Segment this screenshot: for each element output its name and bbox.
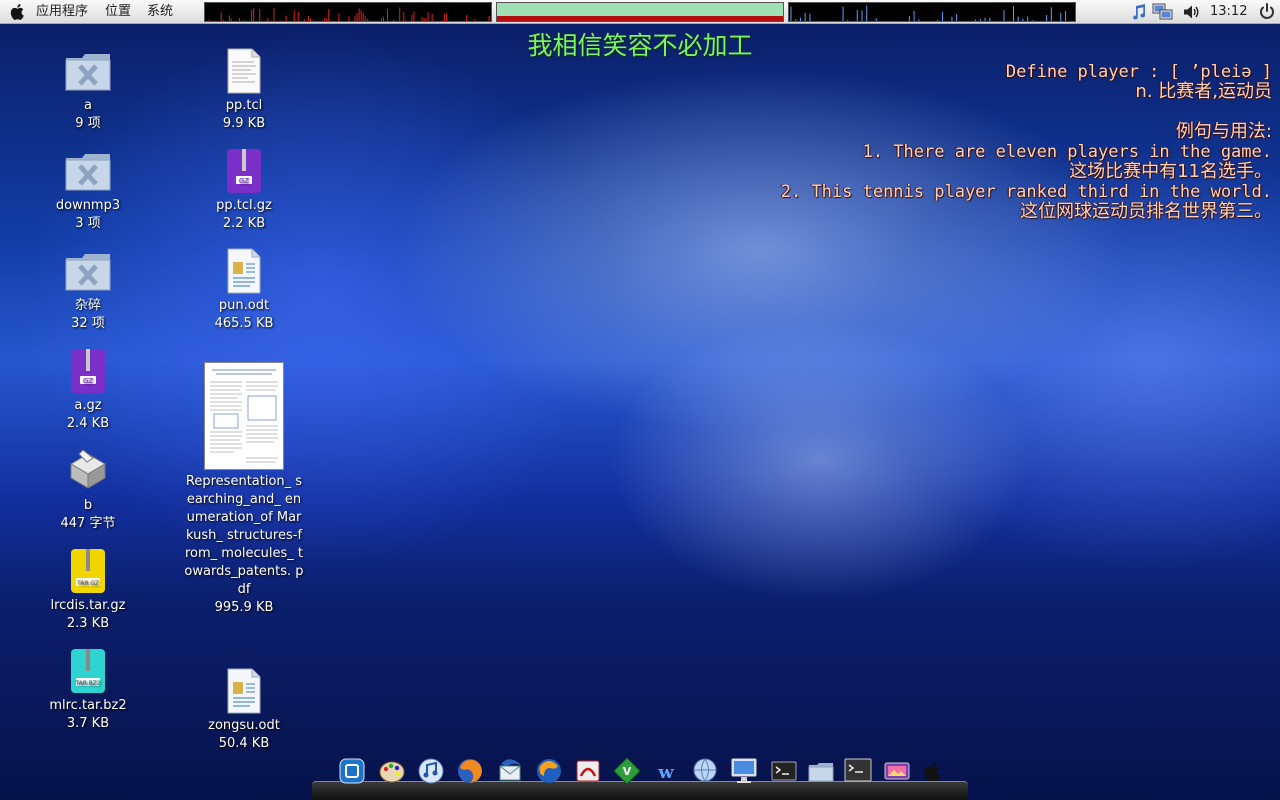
folder-icon[interactable] <box>806 756 836 786</box>
icon-detail: 32 项 <box>71 316 105 331</box>
cpu-load-monitor[interactable] <box>204 2 492 22</box>
desktop-icon-a-gz[interactable]: GZ a.gz 2.4 KB <box>28 348 148 433</box>
desktop-icon-folder-downmp3[interactable]: downmp3 3 项 <box>28 150 148 233</box>
icon-detail: 3 项 <box>75 216 101 231</box>
firefox-icon[interactable] <box>455 756 485 786</box>
icon-detail: 995.9 KB <box>214 600 274 615</box>
icon-name: Representation_ searching_and_ enumerati… <box>184 474 304 597</box>
icon-name: zongsu.odt <box>208 718 280 733</box>
svg-text:w: w <box>657 762 674 783</box>
desktop-icon-folder-zasui[interactable]: 杂碎 32 项 <box>28 250 148 333</box>
dict-meaning: n. 比赛者,运动员 <box>1135 81 1272 102</box>
memory-monitor[interactable] <box>496 2 784 22</box>
text-file-icon <box>227 48 261 94</box>
icon-detail: 50.4 KB <box>218 736 270 751</box>
network-load-graph <box>790 5 1067 21</box>
svg-text:GZ: GZ <box>83 377 93 385</box>
dict-example-1: 1. There are eleven players in the game. <box>862 142 1272 162</box>
icon-detail: 9 项 <box>75 116 101 131</box>
dict-spacer <box>781 102 1272 122</box>
apple-icon[interactable] <box>918 756 948 786</box>
icon-name: pp.tcl <box>225 98 263 113</box>
icon-name: pun.odt <box>218 298 270 313</box>
desktop-icon-zongsu-odt[interactable]: zongsu.odt 50.4 KB <box>184 668 304 753</box>
thunderbird-icon[interactable] <box>495 756 525 786</box>
memory-used-bar <box>497 16 783 21</box>
icon-name: a <box>84 98 92 113</box>
icon-name: b <box>83 498 93 513</box>
dict-example-1-translation: 这场比赛中有11名选手。 <box>1069 161 1272 182</box>
menu-system[interactable]: 系统 <box>143 3 177 21</box>
power-icon[interactable] <box>1257 2 1277 22</box>
tar-gz-archive-icon: TAR.GZ <box>71 549 105 593</box>
odt-document-icon <box>227 248 261 294</box>
cpu-load-graph <box>208 7 490 21</box>
icon-detail: 447 字节 <box>60 516 116 531</box>
terminal-window-icon[interactable] <box>843 756 873 786</box>
icon-detail: 465.5 KB <box>214 316 274 331</box>
icon-name: downmp3 <box>55 198 121 213</box>
svg-text:GZ: GZ <box>239 177 249 185</box>
menu-applications[interactable]: 应用程序 <box>32 3 92 21</box>
svg-text:V: V <box>623 765 632 778</box>
clock[interactable]: 13:12 <box>1210 3 1247 21</box>
pdf-reader-icon[interactable] <box>573 756 603 786</box>
browser-icon[interactable] <box>534 756 564 786</box>
desktop-icon-representation-pdf[interactable]: Representation_ searching_and_ enumerati… <box>184 362 304 617</box>
tar-bz2-archive-icon: TAR.BZ2 <box>71 649 105 693</box>
image-viewer-icon[interactable] <box>882 756 912 786</box>
desktop-icon-lrcdis-tar-gz[interactable]: TAR.GZ lrcdis.tar.gz 2.3 KB <box>28 548 148 633</box>
dict-usage-title: 例句与用法: <box>1175 121 1272 142</box>
icon-detail: 3.7 KB <box>66 716 110 731</box>
icon-detail: 2.4 KB <box>66 416 110 431</box>
icon-detail: 2.3 KB <box>66 616 110 631</box>
folder-icon <box>65 154 111 191</box>
svg-text:TAR.BZ2: TAR.BZ2 <box>74 680 100 687</box>
network-icon[interactable] <box>1152 3 1174 21</box>
icon-name: a.gz <box>74 398 102 413</box>
gz-archive-icon: GZ <box>71 349 105 393</box>
desktop-icon-mlrc-tar-bz2[interactable]: TAR.BZ2 mlrc.tar.bz2 3.7 KB <box>28 648 148 733</box>
music-player-icon[interactable] <box>416 756 446 786</box>
odt-document-icon <box>227 668 261 714</box>
menu-places[interactable]: 位置 <box>101 3 135 21</box>
icon-name: pp.tcl.gz <box>216 198 272 213</box>
desktop-icon-b[interactable]: b 447 字节 <box>28 448 148 533</box>
folder-icon <box>65 254 111 291</box>
svg-text:TAR.GZ: TAR.GZ <box>76 580 99 587</box>
paint-palette-icon[interactable] <box>377 756 407 786</box>
desktop-icon-folder-a[interactable]: a 9 项 <box>28 50 148 133</box>
desktop-icon-pun-odt[interactable]: pun.odt 465.5 KB <box>184 248 304 333</box>
globe-icon[interactable] <box>690 756 720 786</box>
vim-icon[interactable]: V <box>612 756 642 786</box>
icon-name: 杂碎 <box>74 298 101 313</box>
desktop-icon-pp-tcl[interactable]: pp.tcl 9.9 KB <box>184 48 304 133</box>
terminal-icon[interactable] <box>769 756 799 786</box>
desktop-icon-pp-tcl-gz[interactable]: GZ pp.tcl.gz 2.2 KB <box>184 148 304 233</box>
pdf-thumbnail-icon <box>204 362 284 470</box>
volume-icon[interactable] <box>1182 3 1200 21</box>
icon-detail: 9.9 KB <box>222 116 266 131</box>
dict-example-2-translation: 这位网球运动员排名世界第三。 <box>1020 201 1272 222</box>
folder-icon <box>65 54 111 91</box>
dict-define-line: Define player : [ ’pleiə ] <box>1005 62 1272 82</box>
icon-detail: 2.2 KB <box>222 216 266 231</box>
music-note-icon[interactable] <box>1130 3 1148 21</box>
apple-menu-icon[interactable] <box>8 2 28 22</box>
icon-name: lrcdis.tar.gz <box>50 598 126 613</box>
virtualbox-icon[interactable] <box>337 756 367 786</box>
gz-archive-icon: GZ <box>227 149 261 193</box>
dict-example-2: 2. This tennis player ranked third in th… <box>780 182 1272 202</box>
top-panel: 应用程序 位置 系统 13:12 <box>0 0 1280 24</box>
icon-name: mlrc.tar.bz2 <box>49 698 127 713</box>
wiki-icon[interactable]: w <box>651 756 681 786</box>
dictionary-popup: Define player : [ ’pleiə ] n. 比赛者,运动员 例句… <box>781 62 1272 222</box>
monitor-icon[interactable] <box>729 756 759 786</box>
installer-script-icon <box>70 449 106 489</box>
network-monitor[interactable] <box>788 2 1076 22</box>
